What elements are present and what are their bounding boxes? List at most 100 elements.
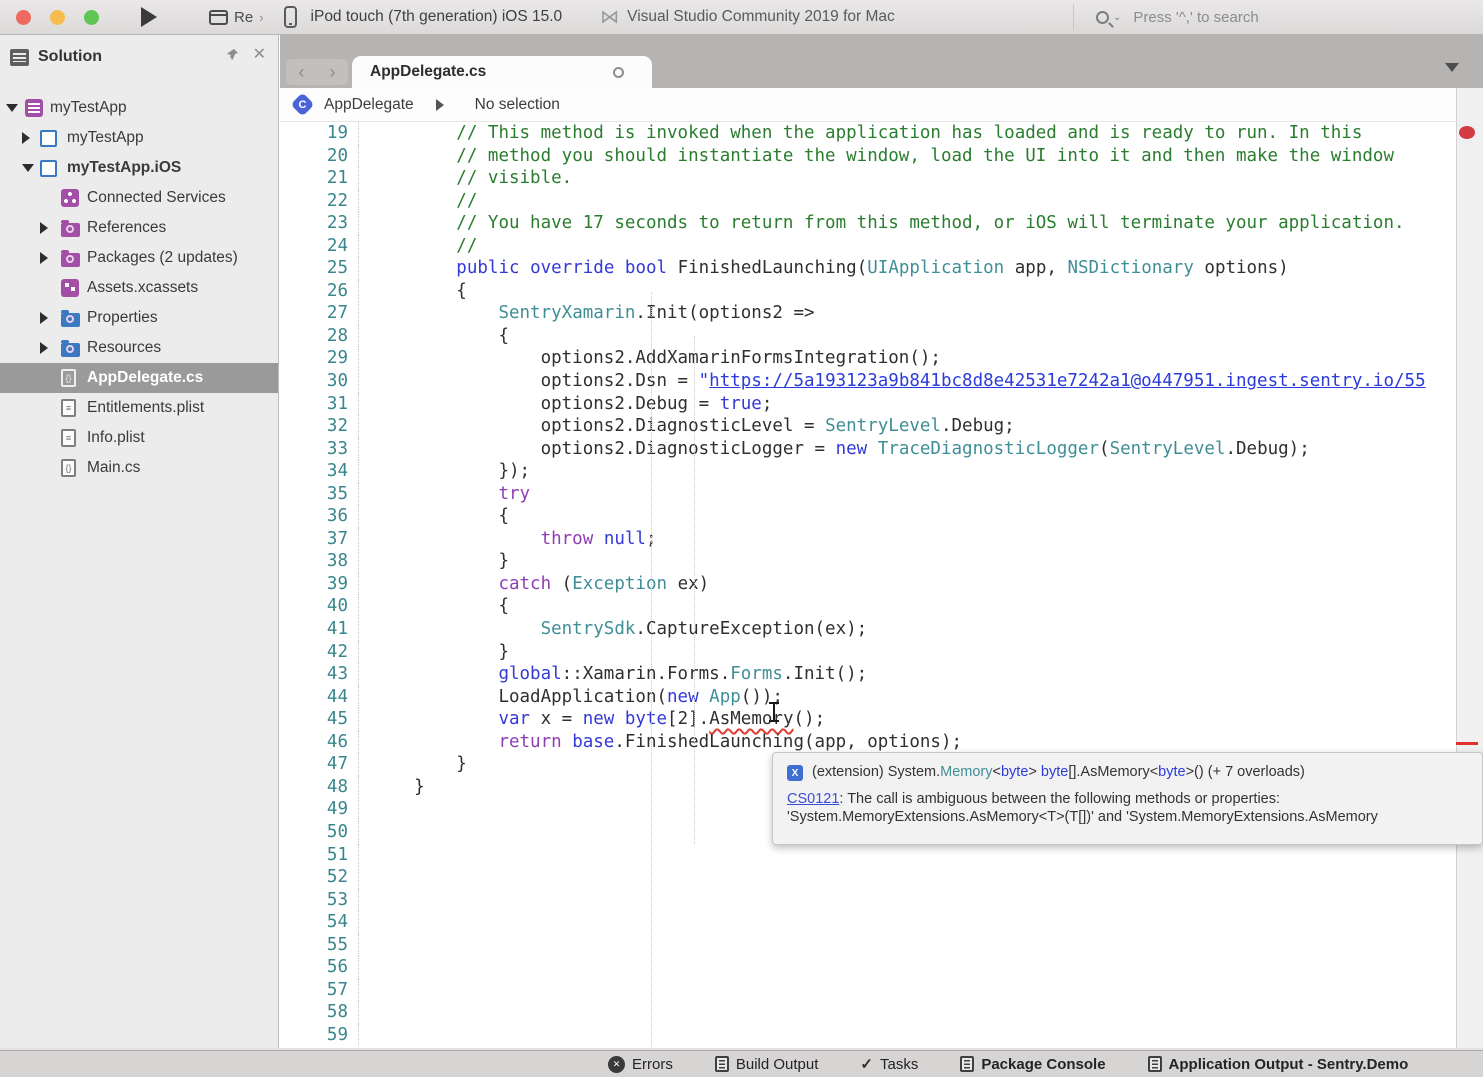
run-button[interactable] <box>141 7 157 27</box>
code-text[interactable]: // method you should instantiate the win… <box>358 145 1394 168</box>
line-number[interactable]: 44 <box>280 686 358 709</box>
pin-pad-icon[interactable] <box>225 48 239 62</box>
code-text[interactable] <box>358 956 372 979</box>
code-text[interactable]: options2.DiagnosticLogger = new TraceDia… <box>358 438 1310 461</box>
line-number[interactable]: 50 <box>280 821 358 844</box>
bottom-bar-application-output-sentry-demo[interactable]: Application Output - Sentry.Demo <box>1148 1056 1409 1073</box>
line-number[interactable]: 28 <box>280 325 358 348</box>
bottom-bar-errors[interactable]: ✕Errors <box>608 1056 673 1073</box>
line-number[interactable]: 59 <box>280 1024 358 1047</box>
code-text[interactable]: // <box>358 190 477 213</box>
line-number[interactable]: 45 <box>280 708 358 731</box>
line-number[interactable]: 55 <box>280 934 358 957</box>
code-text[interactable]: } <box>358 776 425 799</box>
line-number[interactable]: 39 <box>280 573 358 596</box>
line-number[interactable]: 32 <box>280 415 358 438</box>
line-number[interactable]: 42 <box>280 641 358 664</box>
line-number[interactable]: 56 <box>280 956 358 979</box>
code-text[interactable]: LoadApplication(new App()); <box>358 686 783 709</box>
line-number[interactable]: 37 <box>280 528 358 551</box>
zoom-window-button[interactable] <box>84 10 99 25</box>
chevron-down-icon[interactable] <box>6 104 18 112</box>
line-number[interactable]: 19 <box>280 122 358 145</box>
line-number[interactable]: 21 <box>280 167 358 190</box>
line-number[interactable]: 35 <box>280 483 358 506</box>
line-number[interactable]: 51 <box>280 844 358 867</box>
global-search-input[interactable]: ⌄ Press '^,' to search <box>1073 4 1473 31</box>
tree-item-mytestapp[interactable]: myTestApp <box>0 123 278 153</box>
code-text[interactable]: }); <box>358 460 530 483</box>
code-text[interactable]: // This method is invoked when the appli… <box>358 122 1362 145</box>
breadcrumb-class[interactable]: AppDelegate <box>324 96 414 114</box>
code-text[interactable]: } <box>358 550 509 573</box>
line-number[interactable]: 46 <box>280 731 358 754</box>
tree-item-entitlements-plist[interactable]: ≡Entitlements.plist <box>0 393 278 423</box>
line-number[interactable]: 54 <box>280 911 358 934</box>
line-number[interactable]: 25 <box>280 257 358 280</box>
run-configuration-selector[interactable]: Re › iPod touch (7th generation) iOS 15.… <box>209 6 562 28</box>
chevron-right-icon[interactable] <box>40 312 48 324</box>
tree-item-properties[interactable]: Properties <box>0 303 278 333</box>
code-text[interactable]: options2.Debug = true; <box>358 393 772 416</box>
line-number[interactable]: 22 <box>280 190 358 213</box>
tree-item-connected-services[interactable]: Connected Services <box>0 183 278 213</box>
error-code-link[interactable]: CS0121 <box>787 791 839 807</box>
code-text[interactable]: SentryXamarin.Init(options2 => <box>358 302 815 325</box>
line-number[interactable]: 26 <box>280 280 358 303</box>
code-text[interactable] <box>358 1024 372 1047</box>
code-text[interactable] <box>358 889 372 912</box>
code-text[interactable]: try <box>358 483 530 506</box>
chevron-right-icon[interactable] <box>40 252 48 264</box>
line-number[interactable]: 40 <box>280 595 358 618</box>
code-text[interactable]: catch (Exception ex) <box>358 573 709 596</box>
line-number[interactable]: 24 <box>280 235 358 258</box>
code-text[interactable] <box>358 844 372 867</box>
line-number[interactable]: 53 <box>280 889 358 912</box>
code-text[interactable] <box>358 821 372 844</box>
code-text[interactable] <box>358 911 372 934</box>
line-number[interactable]: 52 <box>280 866 358 889</box>
line-number[interactable]: 48 <box>280 776 358 799</box>
code-text[interactable]: { <box>358 280 467 303</box>
close-pad-icon[interactable]: ✕ <box>253 48 266 62</box>
code-text[interactable]: } <box>358 641 509 664</box>
line-number[interactable]: 43 <box>280 663 358 686</box>
line-number[interactable]: 36 <box>280 505 358 528</box>
code-text[interactable]: // <box>358 235 477 258</box>
line-number[interactable]: 57 <box>280 979 358 1002</box>
line-number[interactable]: 23 <box>280 212 358 235</box>
code-text[interactable]: public override bool FinishedLaunching(U… <box>358 257 1289 280</box>
line-number[interactable]: 29 <box>280 347 358 370</box>
code-text[interactable]: { <box>358 595 509 618</box>
line-number[interactable]: 20 <box>280 145 358 168</box>
close-window-button[interactable] <box>16 10 31 25</box>
code-text[interactable]: options2.Dsn = "https://5a193123a9b841bc… <box>358 370 1426 393</box>
navigate-forward-button[interactable]: › <box>330 62 336 83</box>
line-number[interactable]: 49 <box>280 798 358 821</box>
bottom-bar-tasks[interactable]: ✓Tasks <box>860 1055 918 1073</box>
line-number[interactable]: 34 <box>280 460 358 483</box>
line-number[interactable]: 30 <box>280 370 358 393</box>
line-number[interactable]: 47 <box>280 753 358 776</box>
tree-item-references[interactable]: References <box>0 213 278 243</box>
code-text[interactable]: } <box>358 753 467 776</box>
minimize-window-button[interactable] <box>50 10 65 25</box>
code-text[interactable] <box>358 979 372 1002</box>
tree-item-main-cs[interactable]: {}Main.cs <box>0 453 278 483</box>
device-selector-label[interactable]: iPod touch (7th generation) iOS 15.0 <box>311 8 563 26</box>
tab-appdelegate[interactable]: AppDelegate.cs <box>352 56 652 88</box>
tab-unsaved-indicator-icon[interactable] <box>613 67 624 78</box>
code-text[interactable] <box>358 934 372 957</box>
code-text[interactable]: options2.DiagnosticLevel = SentryLevel.D… <box>358 415 1015 438</box>
code-text[interactable]: { <box>358 325 509 348</box>
code-text[interactable]: SentrySdk.CaptureException(ex); <box>358 618 867 641</box>
code-text[interactable]: global::Xamarin.Forms.Forms.Init(); <box>358 663 867 686</box>
line-number[interactable]: 41 <box>280 618 358 641</box>
code-text[interactable] <box>358 1001 372 1024</box>
code-text[interactable]: throw null; <box>358 528 657 551</box>
tree-item-info-plist[interactable]: ≡Info.plist <box>0 423 278 453</box>
tab-list-dropdown-icon[interactable] <box>1445 63 1459 72</box>
bottom-bar-build-output[interactable]: Build Output <box>715 1056 819 1073</box>
tree-item-appdelegate-cs[interactable]: {}AppDelegate.cs <box>0 363 278 393</box>
tree-item-mytestapp[interactable]: myTestApp <box>0 93 278 123</box>
